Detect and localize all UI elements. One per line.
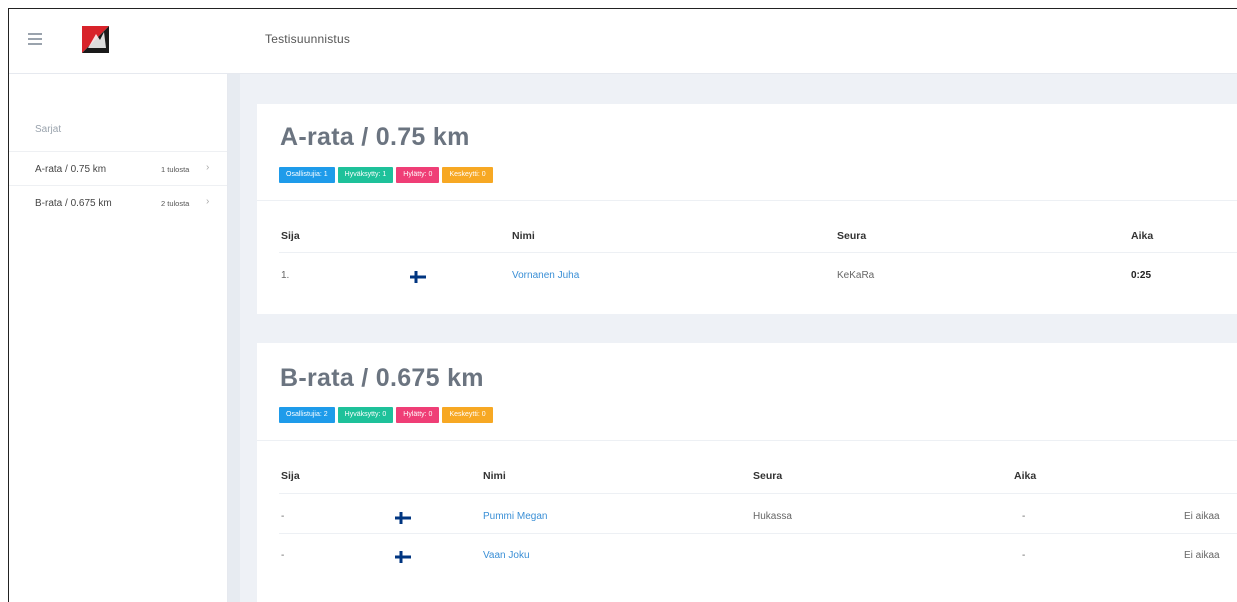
runner-club: Hukassa [753,511,792,522]
runner-status-note: Ei aikaa [1184,511,1220,522]
column-header-position: Sija [281,230,300,242]
sidebar-item-a-rata[interactable]: A-rata / 0.75 km 1 tulosta › [9,151,227,186]
aborted-badge: Keskeytti: 0 [442,407,493,423]
table-row-divider [279,493,1237,494]
table-row-divider [279,252,1237,253]
runner-name-link[interactable]: Vaan Joku [483,550,530,561]
column-header-club: Seura [753,470,783,482]
sidebar-item-label: B-rata / 0.675 km [35,198,112,209]
runner-name-link[interactable]: Vornanen Juha [512,270,579,281]
page-title: Testisuunnistus [265,32,351,46]
approved-badge: Hyväksytty: 0 [337,407,394,423]
participants-badge: Osallistujia: 1 [279,167,335,183]
sidebar-item-label: A-rata / 0.75 km [35,164,107,175]
column-header-time: Aika [1014,470,1037,482]
sidebar-item-b-rata[interactable]: B-rata / 0.675 km 2 tulosta › [9,185,227,220]
top-bar: Testisuunnistus [9,9,1237,74]
column-header-time: Aika [1131,230,1154,242]
column-header-position: Sija [281,470,300,482]
sidebar: Sarjat A-rata / 0.75 km 1 tulosta › B-ra… [9,74,228,602]
chevron-right-icon: › [206,196,210,207]
course-title: A-rata / 0.75 km [280,123,470,151]
chevron-right-icon: › [206,162,210,173]
content-gutter [228,74,240,602]
app-window: Testisuunnistus Sarjat A-rata / 0.75 km … [8,8,1237,602]
runner-name-link[interactable]: Pummi Megan [483,511,547,522]
app-logo[interactable] [82,26,109,53]
runner-time: 0:25 [1131,270,1152,281]
divider [257,440,1237,441]
runner-time: - [1022,550,1026,561]
sidebar-item-count: 2 tulosta [161,199,190,208]
sidebar-item-count: 1 tulosta [161,165,190,174]
aborted-badge: Keskeytti: 0 [442,167,493,183]
finland-flag-icon [410,271,426,283]
participants-badge: Osallistujia: 2 [279,407,335,423]
divider [257,200,1237,201]
finland-flag-icon [395,551,411,563]
approved-badge: Hyväksytty: 1 [337,167,394,183]
status-badges: Osallistujia: 1 Hyväksytty: 1 Hylätty: 0… [279,167,493,183]
runner-time: - [1022,511,1026,522]
hamburger-icon[interactable] [28,33,42,45]
column-header-name: Nimi [512,230,535,242]
rejected-badge: Hylätty: 0 [396,407,440,423]
column-header-club: Seura [837,230,867,242]
result-position: 1. [281,270,290,281]
course-card-a: A-rata / 0.75 km Osallistujia: 1 Hyväksy… [257,104,1237,314]
finland-flag-icon [395,512,411,524]
table-row-divider [279,533,1237,534]
course-card-b: B-rata / 0.675 km Osallistujia: 2 Hyväks… [257,343,1237,602]
course-title: B-rata / 0.675 km [280,364,484,392]
column-header-name: Nimi [483,470,506,482]
result-position: - [281,550,285,561]
status-badges: Osallistujia: 2 Hyväksytty: 0 Hylätty: 0… [279,407,493,423]
rejected-badge: Hylätty: 0 [396,167,440,183]
sidebar-heading: Sarjat [35,124,62,135]
runner-status-note: Ei aikaa [1184,550,1220,561]
result-position: - [281,511,285,522]
runner-club: KeKaRa [837,270,875,281]
